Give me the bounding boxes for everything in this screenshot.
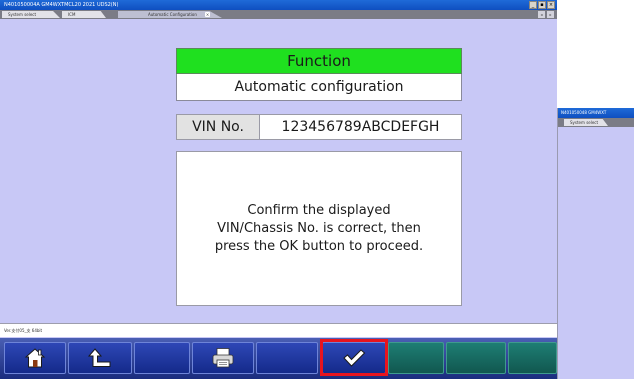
title-bar: N401050004A GM4WXTMCL20 2021 UDS2(N) _ ▪…	[0, 0, 557, 10]
scroll-right-icon[interactable]: ▸	[547, 11, 554, 18]
function-header: Function	[176, 48, 462, 74]
tab-icm[interactable]: ICM	[62, 11, 106, 18]
printer-icon	[212, 348, 234, 368]
secondary-tab-bar: System select	[558, 118, 634, 127]
disabled-button	[446, 342, 506, 374]
disabled-button	[388, 342, 444, 374]
close-window-button[interactable]: ×	[547, 1, 555, 9]
tab-bar: System select ICM Automatic Configuratio…	[0, 10, 557, 19]
message-box: Confirm the displayed VIN/Chassis No. is…	[176, 151, 462, 306]
print-button[interactable]	[192, 342, 254, 374]
blank-button[interactable]	[134, 342, 190, 374]
message-text: Confirm the displayed VIN/Chassis No. is…	[215, 202, 423, 256]
vin-value: 123456789ABCDEFGH	[260, 114, 462, 140]
ok-button[interactable]	[322, 342, 386, 374]
disabled-button	[508, 342, 557, 374]
window-controls: _ ▪ ×	[529, 1, 555, 9]
secondary-tab-system-select[interactable]: System select	[564, 119, 608, 126]
checkmark-icon	[343, 349, 366, 367]
message-line: VIN/Chassis No. is correct, then	[217, 220, 421, 236]
back-button[interactable]	[68, 342, 132, 374]
minimize-button[interactable]: _	[529, 1, 537, 9]
scroll-left-icon[interactable]: ◂	[538, 11, 545, 18]
message-line: press the OK button to proceed.	[214, 238, 424, 254]
blank-button[interactable]	[256, 342, 318, 374]
secondary-window: N401050048 GM4WXT System select	[557, 108, 634, 379]
window-title: N401050004A GM4WXTMCL20 2021 UDS2(N)	[4, 2, 119, 8]
status-bar: Ver.支付05_支 64bit	[0, 323, 557, 337]
function-name: Automatic configuration	[176, 74, 462, 101]
tab-close-icon[interactable]: ×	[205, 12, 210, 17]
main-window: N401050004A GM4WXTMCL20 2021 UDS2(N) _ ▪…	[0, 0, 557, 379]
maximize-button[interactable]: ▪	[538, 1, 546, 9]
footer-toolbar	[0, 338, 557, 379]
secondary-window-body	[558, 127, 634, 379]
home-icon	[24, 348, 46, 368]
return-arrow-icon	[87, 348, 111, 367]
vin-label: VIN No.	[176, 114, 260, 140]
tab-system-select[interactable]: System select	[2, 11, 60, 18]
tab-scroll-controls: ◂ ▸	[538, 11, 554, 18]
message-line: Confirm the displayed	[247, 202, 391, 218]
home-button[interactable]	[4, 342, 66, 374]
secondary-window-title: N401050048 GM4WXT	[558, 108, 634, 118]
